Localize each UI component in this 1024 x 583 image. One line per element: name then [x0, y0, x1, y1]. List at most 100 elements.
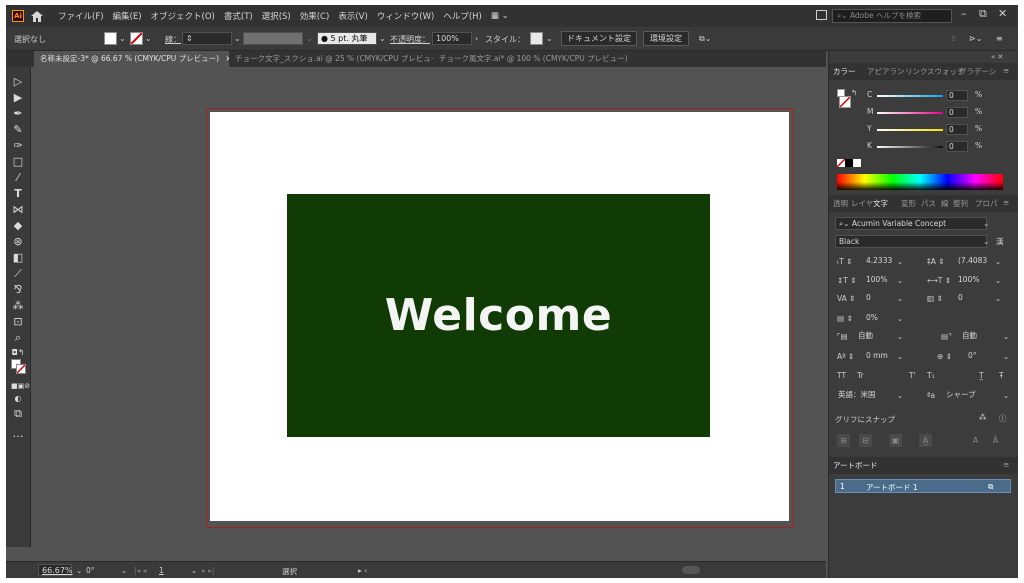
anti-alias-field[interactable]: シャープ	[943, 389, 995, 402]
font-family-dropdown-icon[interactable]: ⌄	[983, 219, 989, 228]
baseline-shift-dropdown-icon[interactable]: ⌄	[897, 352, 903, 361]
horizontal-scale-dropdown-icon[interactable]: ⌄	[995, 276, 1001, 285]
artboard-nav-dropdown-icon[interactable]: ⌄	[191, 566, 197, 575]
default-colors-icon[interactable]: ◘↰	[11, 346, 25, 360]
restore-icon[interactable]: ⧉	[979, 7, 987, 21]
snap-glyph-icon[interactable]: ⁂	[979, 413, 987, 422]
none-black-white-swatches[interactable]	[837, 159, 863, 167]
artboard-tool-icon[interactable]: ⊡	[11, 315, 25, 329]
menu-view[interactable]: 表示(V)	[338, 10, 367, 22]
panel-menu-icon[interactable]: ≡	[1003, 66, 1009, 75]
aki-left-field[interactable]: 自動	[855, 330, 899, 343]
anti-alias-dropdown-icon[interactable]: ⌄	[1003, 391, 1009, 400]
curvature-tool-icon[interactable]: ✒	[11, 107, 25, 121]
tab-align[interactable]: 整列	[953, 198, 968, 209]
tab-properties[interactable]: プロパ	[975, 198, 998, 209]
magenta-value[interactable]: 0	[946, 107, 968, 118]
blend-tool-icon[interactable]: ⅋	[11, 283, 25, 297]
artboard[interactable]: Welcome	[210, 112, 789, 521]
graphic-style-swatch[interactable]	[530, 32, 543, 45]
paintbrush-tool-icon[interactable]: ⁄	[11, 171, 25, 185]
document-setup-button[interactable]: ドキュメント設定	[561, 31, 637, 46]
tab-document-2[interactable]: チョーク文字_スクショ.ai @ 25 % (CMYK/CPU プレビュー) ×	[229, 51, 433, 67]
cyan-value[interactable]: 0	[946, 90, 968, 101]
japanese-font-icon[interactable]: 漢	[996, 236, 1004, 247]
panel-menu-icon[interactable]: ≡	[996, 34, 1003, 43]
aki-right-field[interactable]: 自動	[959, 330, 999, 343]
tracking-dropdown-icon[interactable]: ⌄	[995, 294, 1001, 303]
tab-stroke[interactable]: 線	[941, 198, 949, 209]
horizontal-scrollbar[interactable]	[682, 566, 700, 574]
yellow-slider[interactable]	[877, 129, 943, 131]
zoom-field[interactable]: 66.67%	[38, 564, 73, 576]
tab-document-1[interactable]: 名称未設定-3* @ 66.67 % (CMYK/CPU プレビュー) ×	[34, 51, 229, 67]
menu-type[interactable]: 書式(T)	[224, 10, 253, 22]
tsume-dropdown-icon[interactable]: ⌄	[897, 314, 903, 323]
variable-width-profile[interactable]	[243, 32, 303, 45]
swap-colors-icon[interactable]: ↰	[851, 88, 857, 97]
color-spectrum[interactable]	[837, 174, 1003, 190]
anchor-point-tool-icon[interactable]: ✑	[11, 139, 25, 153]
fill-dropdown-icon[interactable]: ⌄	[119, 34, 126, 43]
symbol-sprayer-tool-icon[interactable]: ⁂	[11, 299, 25, 313]
artboard-number-field[interactable]: 1	[159, 566, 164, 575]
artboard-options-icon[interactable]: ⧉	[988, 482, 993, 492]
font-style-dropdown-icon[interactable]: ⌄	[983, 237, 989, 246]
zoom-dropdown-icon[interactable]: ⌄	[76, 566, 82, 575]
tab-layers[interactable]: レイヤ	[851, 198, 873, 209]
tab-gradient[interactable]: グラデーシ	[959, 66, 996, 77]
all-caps-icon[interactable]: TT	[837, 371, 846, 380]
opacity-expand-icon[interactable]: ›	[475, 34, 478, 43]
status-nav-icon[interactable]: ▸ ‹	[358, 566, 367, 575]
tab-pathfinder[interactable]: パス	[921, 198, 936, 209]
subscript-icon[interactable]: T₁	[927, 371, 935, 380]
type-tool-icon[interactable]: T	[11, 187, 25, 201]
warp-tool-icon[interactable]: ⊛	[11, 235, 25, 249]
color-mode-icon[interactable]: ■▣⊘	[11, 379, 30, 393]
selection-tool-icon[interactable]: ▷	[11, 75, 25, 89]
tracking-field[interactable]: 0	[955, 292, 999, 305]
leading-field[interactable]: (7.4083	[955, 255, 999, 268]
tab-character[interactable]: 文字	[873, 198, 888, 209]
snap-anchor-icon[interactable]: Ä	[989, 434, 1002, 447]
vertical-scale-dropdown-icon[interactable]: ⌄	[897, 276, 903, 285]
font-style-field[interactable]: Black	[835, 235, 987, 248]
opacity-field[interactable]: 100%	[432, 32, 472, 45]
artboard-row-name[interactable]: アートボード 1	[866, 482, 918, 493]
tab-appearance[interactable]: アピアラン	[867, 66, 905, 77]
tab-transparency[interactable]: 透明	[833, 198, 848, 209]
workspace-switcher-icon[interactable]: ▦ ⌄	[491, 11, 509, 21]
language-field[interactable]: 英語：米国	[835, 389, 905, 402]
cyan-slider[interactable]	[877, 95, 943, 97]
fill-swatch[interactable]	[104, 32, 117, 45]
aki-left-dropdown-icon[interactable]: ⌄	[897, 332, 903, 341]
stroke-label[interactable]: 線：	[165, 34, 181, 45]
first-artboard-icon[interactable]: |◂ ◂	[134, 566, 146, 575]
snap-xheight-icon[interactable]: ⊟	[859, 434, 872, 447]
stroke-weight-dropdown-icon[interactable]: ⌄	[234, 34, 241, 43]
brush-dropdown-icon[interactable]: ⌄	[379, 34, 386, 43]
font-family-field[interactable]: ⌕⌄ Acumin Variable Concept	[835, 217, 987, 230]
tab-document-3[interactable]: チョーク風文字.ai* @ 100 % (CMYK/CPU プレビュー) ×	[433, 51, 633, 67]
strikethrough-icon[interactable]: Ŧ	[999, 371, 1004, 380]
canvas-area[interactable]: Welcome	[32, 67, 826, 550]
menu-select[interactable]: 選択(S)	[262, 10, 291, 22]
tab-color[interactable]: カラー	[833, 66, 856, 77]
yellow-value[interactable]: 0	[946, 124, 968, 135]
pen-tool-icon[interactable]: ✎	[11, 123, 25, 137]
collapse-panels-icon[interactable]: « ✕	[991, 53, 1003, 61]
eyedropper-tool-icon[interactable]: ⟋	[11, 267, 25, 281]
horizontal-scale-field[interactable]: 100%	[955, 274, 999, 287]
drawing-mode-icon[interactable]: ◐	[11, 392, 25, 406]
tab-links[interactable]: リンク	[905, 66, 928, 77]
menu-effect[interactable]: 効果(C)	[300, 10, 330, 22]
font-size-dropdown-icon[interactable]: ⌄	[897, 257, 903, 266]
opacity-label[interactable]: 不透明度：	[390, 34, 430, 45]
small-caps-icon[interactable]: Tr	[857, 371, 864, 380]
style-dropdown-icon[interactable]: ⌄	[546, 34, 553, 43]
menu-edit[interactable]: 編集(E)	[113, 10, 142, 22]
profile-dropdown-icon[interactable]: ⌄	[306, 34, 313, 43]
rotation-dropdown-icon[interactable]: ⌄	[121, 566, 127, 575]
rectangle-tool-icon[interactable]: □	[11, 155, 25, 169]
character-rotation-field[interactable]: 0°	[965, 350, 997, 363]
